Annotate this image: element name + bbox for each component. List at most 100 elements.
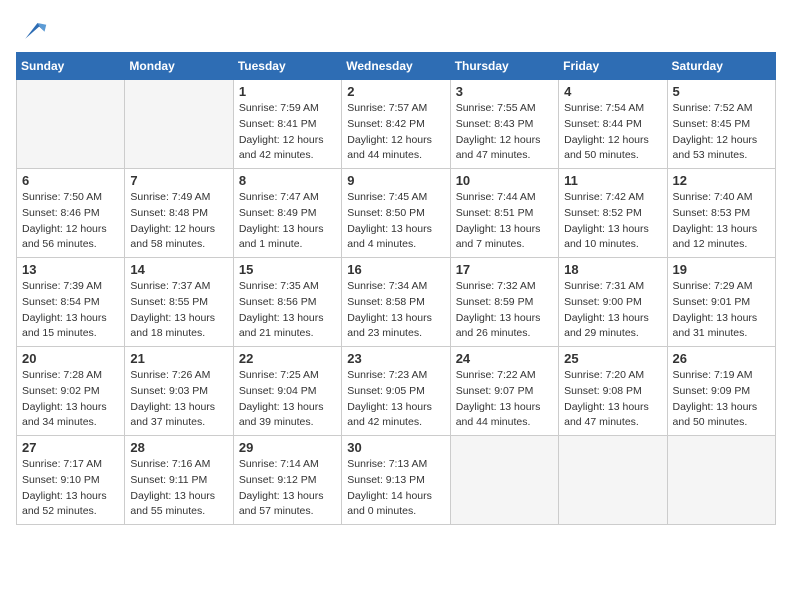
day-info: Sunset: 8:48 PM bbox=[130, 206, 227, 222]
day-cell: 27Sunrise: 7:17 AMSunset: 9:10 PMDayligh… bbox=[17, 436, 125, 525]
day-cell: 1Sunrise: 7:59 AMSunset: 8:41 PMDaylight… bbox=[233, 80, 341, 169]
day-info: Daylight: 13 hours and 42 minutes. bbox=[347, 400, 444, 432]
day-cell: 3Sunrise: 7:55 AMSunset: 8:43 PMDaylight… bbox=[450, 80, 558, 169]
day-info: Sunset: 8:44 PM bbox=[564, 117, 661, 133]
day-info: Daylight: 12 hours and 42 minutes. bbox=[239, 133, 336, 165]
day-info: Sunset: 8:49 PM bbox=[239, 206, 336, 222]
day-info: Daylight: 13 hours and 29 minutes. bbox=[564, 311, 661, 343]
day-number: 18 bbox=[564, 262, 661, 277]
day-info: Sunrise: 7:47 AM bbox=[239, 190, 336, 206]
day-number: 15 bbox=[239, 262, 336, 277]
day-cell: 21Sunrise: 7:26 AMSunset: 9:03 PMDayligh… bbox=[125, 347, 233, 436]
logo-icon bbox=[20, 16, 48, 44]
day-info: Sunset: 8:54 PM bbox=[22, 295, 119, 311]
header-friday: Friday bbox=[559, 53, 667, 80]
day-info: Sunset: 8:52 PM bbox=[564, 206, 661, 222]
day-number: 14 bbox=[130, 262, 227, 277]
day-number: 17 bbox=[456, 262, 553, 277]
day-cell: 13Sunrise: 7:39 AMSunset: 8:54 PMDayligh… bbox=[17, 258, 125, 347]
day-cell: 9Sunrise: 7:45 AMSunset: 8:50 PMDaylight… bbox=[342, 169, 450, 258]
day-number: 23 bbox=[347, 351, 444, 366]
day-info: Sunrise: 7:26 AM bbox=[130, 368, 227, 384]
day-cell bbox=[559, 436, 667, 525]
day-info: Daylight: 13 hours and 1 minute. bbox=[239, 222, 336, 254]
day-info: Daylight: 12 hours and 53 minutes. bbox=[673, 133, 770, 165]
day-info: Sunset: 9:08 PM bbox=[564, 384, 661, 400]
day-info: Sunset: 8:42 PM bbox=[347, 117, 444, 133]
day-info: Sunset: 8:53 PM bbox=[673, 206, 770, 222]
day-info: Daylight: 12 hours and 44 minutes. bbox=[347, 133, 444, 165]
day-info: Sunrise: 7:17 AM bbox=[22, 457, 119, 473]
day-info: Sunrise: 7:54 AM bbox=[564, 101, 661, 117]
week-row-3: 13Sunrise: 7:39 AMSunset: 8:54 PMDayligh… bbox=[17, 258, 776, 347]
day-info: Sunrise: 7:16 AM bbox=[130, 457, 227, 473]
day-cell: 15Sunrise: 7:35 AMSunset: 8:56 PMDayligh… bbox=[233, 258, 341, 347]
day-info: Sunset: 8:55 PM bbox=[130, 295, 227, 311]
day-cell: 18 Sunrise: 7:31 AMSunset: 9:00 PMDayligh… bbox=[559, 258, 667, 347]
day-cell: 2Sunrise: 7:57 AMSunset: 8:42 PMDaylight… bbox=[342, 80, 450, 169]
day-info: Daylight: 12 hours and 50 minutes. bbox=[564, 133, 661, 165]
day-info: Sunrise: 7:28 AM bbox=[22, 368, 119, 384]
day-cell bbox=[17, 80, 125, 169]
day-info: Daylight: 13 hours and 4 minutes. bbox=[347, 222, 444, 254]
day-number: 26 bbox=[673, 351, 770, 366]
day-info: Daylight: 13 hours and 21 minutes. bbox=[239, 311, 336, 343]
day-cell: 16Sunrise: 7:34 AMSunset: 8:58 PMDayligh… bbox=[342, 258, 450, 347]
day-info: Sunset: 9:00 PM bbox=[564, 295, 661, 311]
header-tuesday: Tuesday bbox=[233, 53, 341, 80]
day-number: 19 bbox=[673, 262, 770, 277]
day-info: Daylight: 13 hours and 34 minutes. bbox=[22, 400, 119, 432]
day-number: 13 bbox=[22, 262, 119, 277]
day-info: Sunrise: 7:44 AM bbox=[456, 190, 553, 206]
calendar: SundayMondayTuesdayWednesdayThursdayFrid… bbox=[16, 52, 776, 525]
day-number: 4 bbox=[564, 84, 661, 99]
day-info: Sunset: 9:02 PM bbox=[22, 384, 119, 400]
day-number: 25 bbox=[564, 351, 661, 366]
day-info: Daylight: 13 hours and 52 minutes. bbox=[22, 489, 119, 521]
day-info: Sunrise: 7:19 AM bbox=[673, 368, 770, 384]
day-info: Sunset: 8:43 PM bbox=[456, 117, 553, 133]
day-info: Daylight: 13 hours and 39 minutes. bbox=[239, 400, 336, 432]
day-info: Sunrise: 7:29 AM bbox=[673, 279, 770, 295]
day-cell: 26Sunrise: 7:19 AMSunset: 9:09 PMDayligh… bbox=[667, 347, 775, 436]
header-saturday: Saturday bbox=[667, 53, 775, 80]
day-info: Sunset: 9:11 PM bbox=[130, 473, 227, 489]
day-info: Sunrise: 7:42 AM bbox=[564, 190, 661, 206]
day-info: Sunrise: 7:55 AM bbox=[456, 101, 553, 117]
day-info: Daylight: 13 hours and 47 minutes. bbox=[564, 400, 661, 432]
day-info: Sunset: 9:07 PM bbox=[456, 384, 553, 400]
day-info: Sunrise: 7:22 AM bbox=[456, 368, 553, 384]
day-number: 12 bbox=[673, 173, 770, 188]
day-cell bbox=[667, 436, 775, 525]
day-number: 30 bbox=[347, 440, 444, 455]
day-info: Sunrise: 7:31 AM bbox=[564, 279, 661, 295]
day-info: Daylight: 12 hours and 56 minutes. bbox=[22, 222, 119, 254]
header-thursday: Thursday bbox=[450, 53, 558, 80]
day-number: 1 bbox=[239, 84, 336, 99]
week-row-1: 1Sunrise: 7:59 AMSunset: 8:41 PMDaylight… bbox=[17, 80, 776, 169]
day-info: Sunrise: 7:20 AM bbox=[564, 368, 661, 384]
day-info: Sunrise: 7:49 AM bbox=[130, 190, 227, 206]
day-info: Daylight: 13 hours and 37 minutes. bbox=[130, 400, 227, 432]
day-info: Daylight: 13 hours and 44 minutes. bbox=[456, 400, 553, 432]
day-info: Sunset: 8:58 PM bbox=[347, 295, 444, 311]
day-info: Sunset: 8:56 PM bbox=[239, 295, 336, 311]
day-info: Daylight: 13 hours and 26 minutes. bbox=[456, 311, 553, 343]
day-info: Sunrise: 7:59 AM bbox=[239, 101, 336, 117]
day-cell: 25 Sunrise: 7:20 AMSunset: 9:08 PMDayligh… bbox=[559, 347, 667, 436]
day-info: Sunrise: 7:13 AM bbox=[347, 457, 444, 473]
day-info: Sunset: 9:05 PM bbox=[347, 384, 444, 400]
day-info: Sunrise: 7:45 AM bbox=[347, 190, 444, 206]
day-info: Sunrise: 7:23 AM bbox=[347, 368, 444, 384]
day-cell: 22Sunrise: 7:25 AMSunset: 9:04 PMDayligh… bbox=[233, 347, 341, 436]
day-cell: 19Sunrise: 7:29 AMSunset: 9:01 PMDayligh… bbox=[667, 258, 775, 347]
day-cell: 17Sunrise: 7:32 AMSunset: 8:59 PMDayligh… bbox=[450, 258, 558, 347]
day-info: Daylight: 13 hours and 12 minutes. bbox=[673, 222, 770, 254]
logo bbox=[16, 16, 48, 44]
day-info: Daylight: 13 hours and 55 minutes. bbox=[130, 489, 227, 521]
day-cell: 7Sunrise: 7:49 AMSunset: 8:48 PMDaylight… bbox=[125, 169, 233, 258]
day-number: 7 bbox=[130, 173, 227, 188]
day-number: 10 bbox=[456, 173, 553, 188]
day-info: Sunset: 8:59 PM bbox=[456, 295, 553, 311]
day-cell: 12Sunrise: 7:40 AMSunset: 8:53 PMDayligh… bbox=[667, 169, 775, 258]
